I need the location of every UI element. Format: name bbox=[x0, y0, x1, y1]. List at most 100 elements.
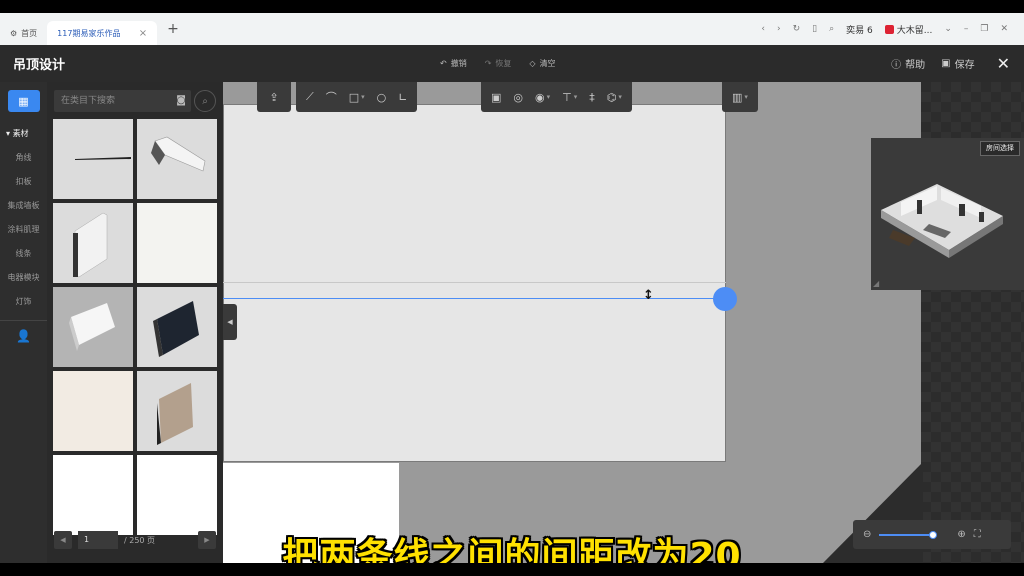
room-model-thumbnail bbox=[881, 184, 1003, 258]
collapse-panel-icon[interactable]: ◀ bbox=[223, 304, 237, 340]
bookmark-2[interactable]: 大木留... bbox=[884, 23, 933, 36]
rect-tool-icon[interactable]: □ ▾ bbox=[349, 91, 365, 104]
wood-skirting-thumbnail bbox=[157, 383, 193, 445]
material-tile[interactable] bbox=[137, 203, 217, 283]
close-tab-icon[interactable]: × bbox=[139, 28, 147, 39]
thin-line-thumbnail bbox=[75, 157, 131, 160]
bookmark-label: 大木留... bbox=[896, 25, 933, 36]
3d-preview[interactable]: 房间选择 ◢ bbox=[871, 138, 1024, 290]
favicon-icon bbox=[884, 24, 894, 34]
help-icon: ⓘ bbox=[891, 60, 902, 71]
forward-icon[interactable]: › bbox=[777, 24, 781, 34]
resize-cursor-icon: ↕ bbox=[643, 288, 654, 303]
back-icon[interactable]: ‹ bbox=[761, 24, 765, 34]
letterbox-bottom bbox=[0, 563, 1024, 576]
ceiling-plane[interactable] bbox=[223, 104, 726, 462]
material-tile[interactable] bbox=[53, 203, 133, 283]
room-select-button[interactable]: 房间选择 bbox=[980, 141, 1020, 156]
save-icon: ▣ bbox=[941, 58, 951, 69]
align-icon[interactable]: ⊤ ▾ bbox=[562, 91, 577, 104]
sidebar-item-panel[interactable]: 扣板 bbox=[0, 170, 47, 194]
angle-tool-icon[interactable]: ∟ bbox=[398, 91, 407, 104]
close-icon[interactable]: ✕ bbox=[997, 54, 1010, 73]
restore-icon[interactable]: ❐ bbox=[980, 24, 988, 34]
history-actions: ↶ 撤销 ↷ 恢复 ◇ 清空 bbox=[440, 45, 556, 82]
header-actions: ⓘ 帮助 ▣ 保存 ✕ bbox=[891, 45, 1010, 82]
search-icon[interactable]: ⌕ bbox=[194, 90, 216, 112]
eraser-icon: ◇ bbox=[529, 59, 536, 68]
material-tile[interactable] bbox=[53, 287, 133, 367]
bookmark-1[interactable]: 奕易 6 bbox=[846, 23, 873, 36]
search-icon[interactable]: ⌕ bbox=[829, 24, 834, 34]
app-header: 吊顶设计 ↶ 撤销 ↷ 恢复 ◇ 清空 ⓘ 帮助 ▣ 保存 ✕ bbox=[0, 45, 1024, 82]
circle-tool-icon[interactable]: ○ bbox=[377, 91, 387, 104]
sidebar-item-wall-panel[interactable]: 集成墙板 bbox=[0, 194, 47, 218]
sidebar-item-cornice[interactable]: 角线 bbox=[0, 146, 47, 170]
cornice-thumbnail bbox=[151, 136, 206, 172]
material-tile[interactable] bbox=[53, 455, 133, 535]
redo-label: 恢复 bbox=[495, 59, 512, 68]
minimize-icon[interactable]: – bbox=[964, 24, 969, 34]
undo-label: 撤销 bbox=[450, 59, 467, 68]
upload-icon[interactable]: ⇪ bbox=[269, 91, 278, 104]
clear-button[interactable]: ◇ 清空 bbox=[529, 58, 555, 69]
undo-icon: ↶ bbox=[440, 59, 447, 68]
offset-icon[interactable]: ◎ bbox=[513, 91, 523, 104]
material-tile[interactable] bbox=[137, 119, 217, 199]
material-tile[interactable] bbox=[53, 119, 133, 199]
line-tool-icon[interactable]: ⟋ bbox=[306, 90, 314, 104]
help-button[interactable]: ⓘ 帮助 bbox=[891, 56, 925, 71]
material-tile[interactable] bbox=[53, 371, 133, 451]
window-close-icon[interactable]: ✕ bbox=[1000, 24, 1008, 34]
chevron-down-icon[interactable]: ⌄ bbox=[944, 24, 952, 34]
category-header[interactable]: ▾ 素材 bbox=[0, 122, 47, 146]
refresh-icon[interactable]: ↻ bbox=[793, 24, 801, 34]
sidebar-item-texture[interactable]: 涂料肌理 bbox=[0, 218, 47, 242]
dark-board-thumbnail bbox=[153, 301, 199, 357]
measure-icon[interactable]: ⌬ ▾ bbox=[607, 91, 622, 104]
new-tab-icon[interactable]: + bbox=[167, 21, 179, 37]
materials-tab-icon[interactable]: ▦ bbox=[7, 90, 40, 112]
material-tile[interactable] bbox=[137, 455, 217, 535]
category-sidebar: ▦ ▾ 素材 角线 扣板 集成墙板 涂料肌理 线条 电器模块 灯饰 👤 bbox=[0, 82, 47, 563]
redo-icon: ↷ bbox=[484, 59, 492, 68]
select-frame-icon[interactable]: ▣ bbox=[491, 91, 501, 104]
toolbar-import: ⇪ bbox=[257, 82, 291, 112]
search-input[interactable]: 在类目下搜索 ◙ bbox=[54, 90, 191, 112]
sidebar-item-lines[interactable]: 线条 bbox=[0, 242, 47, 266]
divider bbox=[0, 320, 47, 321]
save-label: 保存 bbox=[954, 60, 975, 71]
browser-tab-label: 117期易家乐作品 bbox=[57, 28, 121, 38]
clear-label: 清空 bbox=[539, 59, 556, 68]
browser-tab-active[interactable]: 117期易家乐作品 × bbox=[47, 21, 158, 45]
browser-toolbar: ‹ › ↻ ▯ ⌕ 奕易 6 大木留... ⌄ – ❐ ✕ bbox=[761, 23, 1024, 36]
bookmark-label: 奕易 6 bbox=[846, 25, 873, 36]
browser-tab-home[interactable]: ⚙ 首页 bbox=[0, 21, 47, 45]
line-handle[interactable] bbox=[713, 287, 737, 311]
resize-handle-icon[interactable]: ◢ bbox=[873, 279, 879, 288]
toolbar-map: ▥ ▾ bbox=[722, 82, 758, 112]
material-tile[interactable] bbox=[137, 287, 217, 367]
guide-line[interactable] bbox=[223, 282, 726, 283]
view-icon[interactable]: ◉ ▾ bbox=[535, 91, 550, 104]
sidebar-item-lighting[interactable]: 灯饰 bbox=[0, 290, 47, 314]
shield-icon[interactable]: ▯ bbox=[812, 24, 817, 34]
letterbox-top bbox=[0, 0, 1024, 13]
skirting-thumbnail bbox=[73, 212, 108, 278]
camera-icon[interactable]: ◙ bbox=[176, 90, 186, 112]
search-placeholder: 在类目下搜索 bbox=[61, 96, 116, 106]
browser-tab-label: 首页 bbox=[21, 28, 38, 38]
redo-button[interactable]: ↷ 恢复 bbox=[485, 58, 512, 69]
browser-tabbar: ⚙ 首页 117期易家乐作品 × + ‹ › ↻ ▯ ⌕ 奕易 6 大木留...… bbox=[0, 13, 1024, 45]
undo-button[interactable]: ↶ 撤销 bbox=[440, 58, 467, 69]
arc-tool-icon[interactable]: ⌒ bbox=[326, 89, 337, 105]
category-header-label: 素材 bbox=[12, 129, 29, 138]
save-button[interactable]: ▣ 保存 bbox=[941, 56, 974, 71]
sidebar-item-appliance[interactable]: 电器模块 bbox=[0, 266, 47, 290]
material-tile[interactable] bbox=[137, 371, 217, 451]
toolbar-edit: ▣ ◎ ◉ ▾ ⊤ ▾ ‡ ⌬ ▾ bbox=[481, 82, 632, 112]
map-icon[interactable]: ▥ ▾ bbox=[732, 91, 748, 104]
user-icon[interactable]: 👤 bbox=[0, 329, 47, 343]
distance-icon[interactable]: ‡ bbox=[589, 91, 595, 104]
gear-icon: ⚙ bbox=[10, 28, 18, 38]
